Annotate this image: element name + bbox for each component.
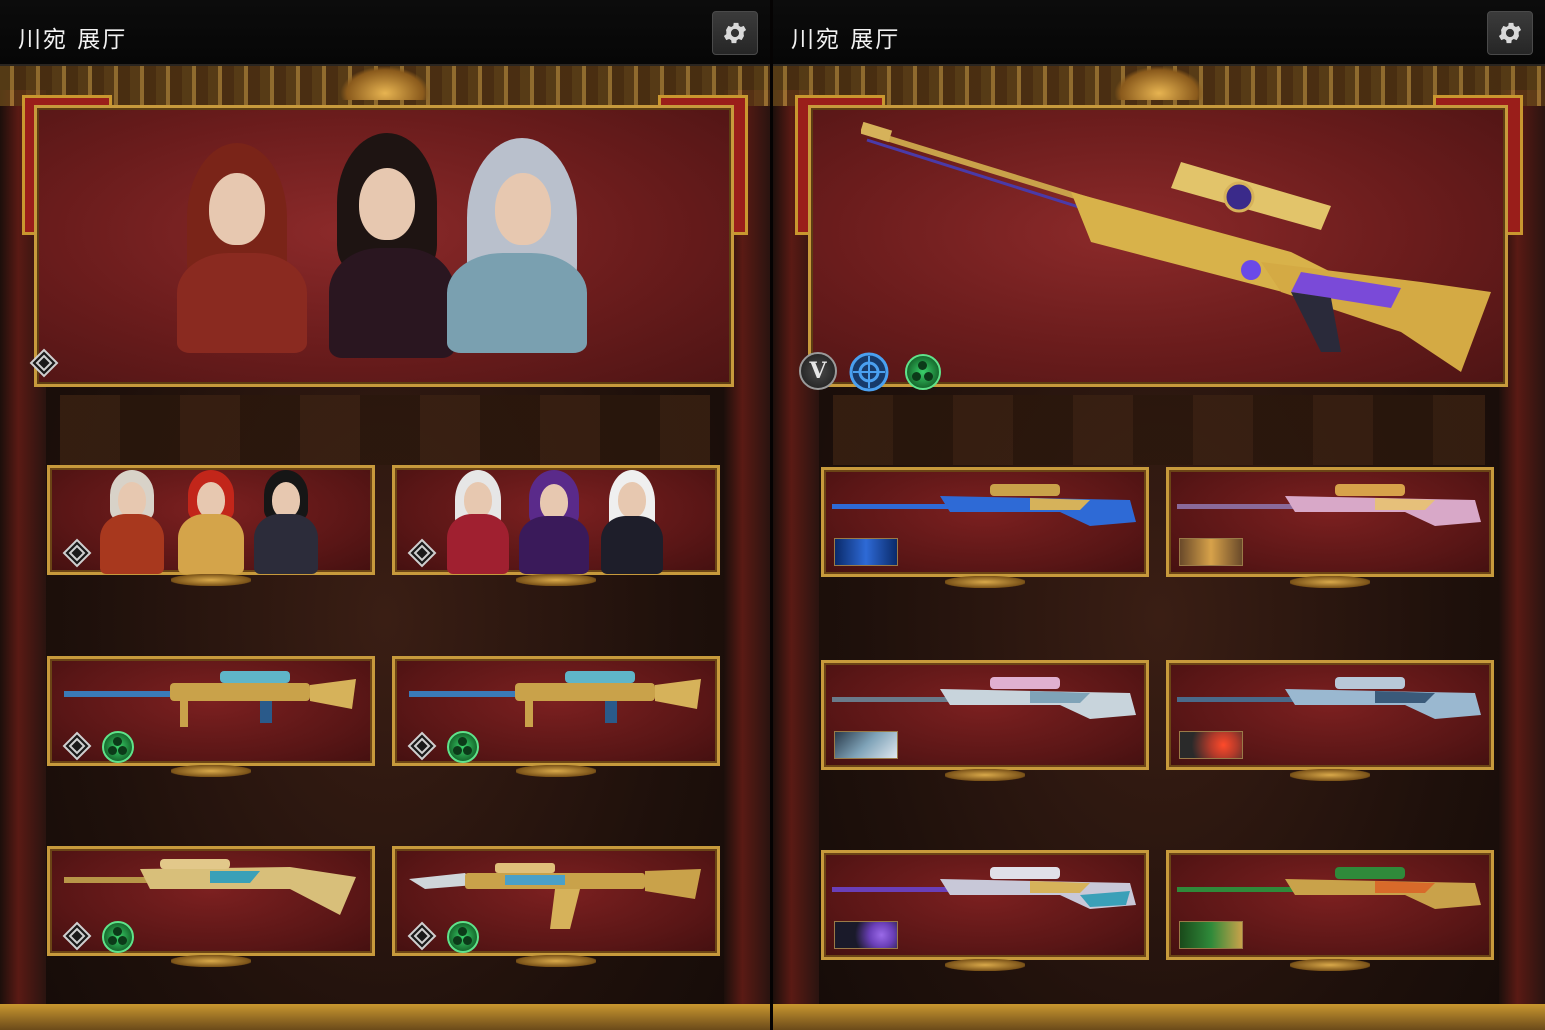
skin-thumbnail xyxy=(834,921,898,949)
weapon-card[interactable] xyxy=(1166,660,1494,781)
rank-emblem-icon xyxy=(407,731,437,761)
featured-character-showcase[interactable] xyxy=(29,105,734,387)
title-bar: 川宛 展厅 xyxy=(0,0,770,66)
skin-thumbnail xyxy=(1179,731,1243,759)
card-pedestal xyxy=(945,769,1025,781)
green-perk-icon xyxy=(102,731,134,763)
rank-emblem-icon xyxy=(29,348,59,378)
v-badge-icon: V xyxy=(799,352,837,390)
featured-weapon-showcase[interactable]: V xyxy=(799,105,1508,392)
character-card[interactable] xyxy=(392,465,720,586)
card-pedestal xyxy=(516,955,596,967)
skin-thumbnail xyxy=(834,731,898,759)
card-pedestal xyxy=(945,959,1025,971)
settings-button[interactable] xyxy=(712,11,758,55)
green-perk-icon xyxy=(447,731,479,763)
card-pedestal xyxy=(171,765,251,777)
sniper-rifle-image xyxy=(832,484,1136,526)
settings-button[interactable] xyxy=(1487,11,1533,55)
left-showroom-panel: 川宛 展厅 xyxy=(0,0,770,1030)
card-pedestal xyxy=(171,574,251,586)
golden-sniper-rifle-image xyxy=(861,122,1491,372)
wall-panel xyxy=(833,395,1485,465)
card-pedestal xyxy=(516,765,596,777)
title-bar: 川宛 展厅 xyxy=(773,0,1545,66)
weapon-card[interactable] xyxy=(1166,850,1494,971)
rank-emblem-icon xyxy=(62,921,92,951)
card-pedestal xyxy=(945,576,1025,588)
card-pedestal xyxy=(1290,769,1370,781)
card-pedestal xyxy=(516,574,596,586)
sniper-rifle-image xyxy=(64,671,356,727)
weapon-card[interactable] xyxy=(392,846,720,967)
rifle-image xyxy=(64,859,356,915)
weapon-card[interactable] xyxy=(47,846,375,967)
weapon-card[interactable] xyxy=(821,467,1149,588)
green-perk-icon xyxy=(447,921,479,953)
weapon-card[interactable] xyxy=(821,660,1149,781)
rank-emblem-icon xyxy=(62,538,92,568)
skin-thumbnail xyxy=(834,538,898,566)
sniper-rifle-image xyxy=(409,671,701,727)
crown-crest xyxy=(340,66,430,100)
character-card[interactable] xyxy=(47,465,375,586)
crown-crest xyxy=(1114,66,1204,100)
card-pedestal xyxy=(171,955,251,967)
gear-icon xyxy=(723,22,747,44)
crosshair-icon xyxy=(849,352,889,392)
panel-title: 川宛 展厅 xyxy=(791,27,901,53)
floor-trim xyxy=(0,1004,770,1030)
green-perk-icon xyxy=(102,921,134,953)
sniper-rifle-image xyxy=(832,867,1136,909)
rank-emblem-icon xyxy=(407,538,437,568)
rank-emblem-icon xyxy=(62,731,92,761)
weapon-card[interactable] xyxy=(821,850,1149,971)
card-pedestal xyxy=(1290,959,1370,971)
assault-rifle-image xyxy=(409,863,701,929)
v-badge-letter: V xyxy=(809,358,827,384)
sniper-rifle-image xyxy=(832,677,1136,719)
green-perk-icon xyxy=(905,354,941,390)
weapon-card[interactable] xyxy=(47,656,375,777)
sniper-rifle-image xyxy=(1177,867,1481,909)
panel-title: 川宛 展厅 xyxy=(18,27,128,53)
sniper-rifle-image xyxy=(1177,484,1481,526)
wall-panel xyxy=(60,395,710,465)
card-pedestal xyxy=(1290,576,1370,588)
sniper-rifle-image xyxy=(1177,677,1481,719)
right-showroom-panel: 川宛 展厅 V xyxy=(773,0,1545,1030)
rank-emblem-icon xyxy=(407,921,437,951)
gear-icon xyxy=(1498,22,1522,44)
skin-thumbnail xyxy=(1179,921,1243,949)
floor-trim xyxy=(773,1004,1545,1030)
skin-thumbnail xyxy=(1179,538,1243,566)
weapon-card[interactable] xyxy=(1166,467,1494,588)
weapon-card[interactable] xyxy=(392,656,720,777)
